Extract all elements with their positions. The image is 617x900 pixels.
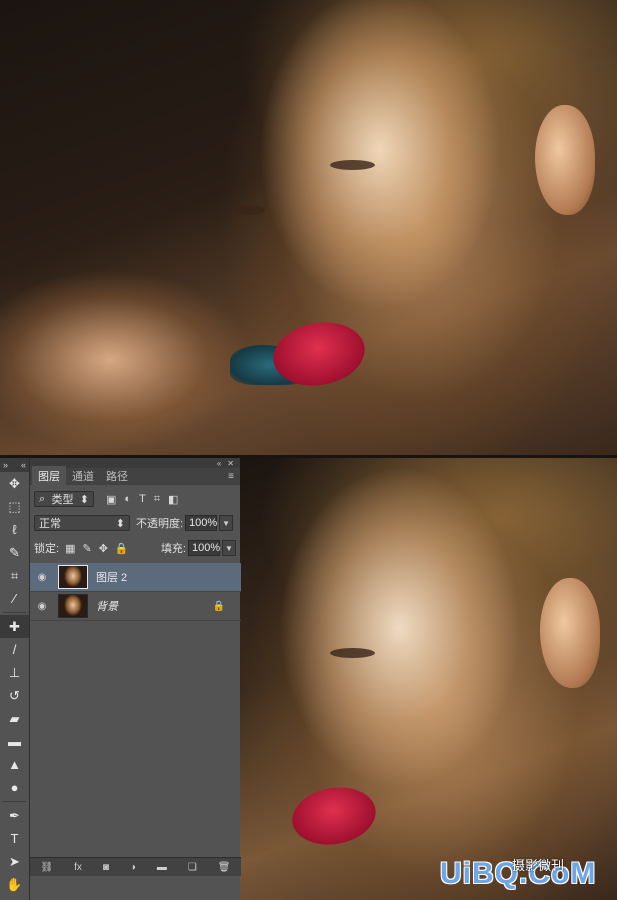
filter-kind-label: 类型 [51,494,74,506]
ear [535,105,595,215]
lock-transparency-icon[interactable]: ▦ [65,542,75,555]
clone-stamp-tool-icon[interactable]: ⊥ [0,661,29,684]
tool-separator [3,612,26,613]
opacity-label: 不透明度: [136,518,184,530]
blur-tool-icon[interactable]: ▲ [0,753,29,776]
chevron-down-icon: ⬍ [79,493,89,506]
tool-list: ✥ ⬚ ℓ ✎ ⌗ ⁄ ✚ / ⊥ ↺ ▰ ▬ ▲ ● ✒ T ➤ ✋ [0,472,29,896]
visibility-eye-icon[interactable]: ◉ [30,572,54,583]
tool-separator [3,801,26,802]
portrait-photo-top [0,0,617,455]
close-icon[interactable]: ✕ [227,459,234,468]
type-tool-icon[interactable]: T [0,827,29,850]
layer-name: 图层 2 [96,572,128,584]
tools-panel-header[interactable]: » « [0,458,29,472]
pixel-filter-icon[interactable]: ▣ [106,493,116,506]
tools-panel: » « ✥ ⬚ ℓ ✎ ⌗ ⁄ ✚ / ⊥ ↺ ▰ ▬ ▲ ● ✒ T ➤ ✋ [0,458,30,900]
expand-icon[interactable]: » [3,460,8,470]
blend-mode-label: 正常 [39,518,61,530]
layers-panel: « ✕ 图层 通道 路径 ≡ ⌕ 类型 ⬍ ▣ ◐ T ⌗ ◧ 正常 ⬍ 不透明… [29,458,241,900]
delete-layer-icon[interactable]: 🗑 [218,862,231,873]
filter-icons: ▣ ◐ T ⌗ ◧ [106,493,178,506]
opacity-dropdown-button[interactable]: ▼ [219,515,234,531]
new-layer-icon[interactable]: ❏ [188,862,197,873]
quick-select-tool-icon[interactable]: ✎ [0,541,29,564]
lasso-tool-icon[interactable]: ℓ [0,518,29,541]
shape-filter-icon[interactable]: ⌗ [154,493,160,506]
fill-label: 填充: [160,543,186,555]
collapse-icon[interactable]: « [217,459,221,468]
blend-row: 正常 ⬍ 不透明度: 100% ▼ [30,515,240,531]
collapse-icon[interactable]: « [21,460,26,470]
layer-thumbnail [58,594,88,618]
fill-input[interactable]: 100% [188,540,220,556]
lips [287,781,381,851]
layer-name: 背景 [96,601,118,613]
search-icon: ⌕ [39,492,46,505]
layer-list: ◉ 图层 2 ◉ 背景 🔒 [30,563,241,621]
layer-thumbnail [58,565,88,589]
dodge-tool-icon[interactable]: ● [0,776,29,799]
history-brush-tool-icon[interactable]: ↺ [0,684,29,707]
link-layers-icon[interactable]: ⛓ [40,862,53,873]
visibility-eye-icon[interactable]: ◉ [30,601,54,612]
lock-all-icon[interactable]: 🔒 [115,542,129,555]
lock-label: 锁定: [34,543,60,555]
layer-row-background[interactable]: ◉ 背景 🔒 [30,592,241,621]
filter-kind-select[interactable]: ⌕ 类型 ⬍ [34,491,94,507]
lock-icon: 🔒 [212,600,225,612]
opacity-input[interactable]: 100% [185,515,217,531]
filter-row: ⌕ 类型 ⬍ ▣ ◐ T ⌗ ◧ [30,491,240,507]
panel-footer: ⛓ fx ◙ ◑ ▬ ❏ 🗑 [30,857,241,876]
adjustment-layer-icon[interactable]: ◑ [130,862,136,873]
healing-brush-tool-icon[interactable]: ✚ [0,615,29,638]
canvas-photo[interactable] [240,458,617,900]
eraser-tool-icon[interactable]: ▰ [0,707,29,730]
lock-position-icon[interactable]: ✥ [99,542,108,555]
new-group-icon[interactable]: ▬ [157,862,167,873]
eyedropper-tool-icon[interactable]: ⁄ [0,587,29,610]
type-filter-icon[interactable]: T [139,493,146,506]
adjustment-filter-icon[interactable]: ◐ [124,493,131,506]
add-mask-icon[interactable]: ◙ [103,862,109,873]
marquee-tool-icon[interactable]: ⬚ [0,495,29,518]
tab-paths[interactable]: 路径 [100,466,134,485]
lock-icons: ▦ ✎ ✥ 🔒 [65,542,129,555]
fill-dropdown-button[interactable]: ▼ [222,540,236,556]
gradient-tool-icon[interactable]: ▬ [0,730,29,753]
hand-tool-icon[interactable]: ✋ [0,873,29,896]
lock-pixels-icon[interactable]: ✎ [82,542,91,555]
panel-tabs: 图层 通道 路径 ≡ [30,466,240,485]
blend-mode-select[interactable]: 正常 ⬍ [34,515,130,531]
tab-layers[interactable]: 图层 [32,466,66,485]
pen-tool-icon[interactable]: ✒ [0,804,29,827]
smart-object-filter-icon[interactable]: ◧ [168,493,178,506]
crop-tool-icon[interactable]: ⌗ [0,564,29,587]
tab-channels[interactable]: 通道 [66,466,100,485]
watermark-subtitle: 摄影微刊 [512,858,565,873]
ear [540,578,600,688]
move-tool-icon[interactable]: ✥ [0,472,29,495]
watermark: UiBQ.CoM 摄影微刊 [440,853,615,893]
chevron-down-icon: ⬍ [115,517,125,530]
layer-style-icon[interactable]: fx [74,862,82,873]
panel-menu-icon[interactable]: ≡ [228,471,234,482]
layer-row-layer2[interactable]: ◉ 图层 2 [30,563,241,592]
brush-tool-icon[interactable]: / [0,638,29,661]
lock-row: 锁定: ▦ ✎ ✥ 🔒 填充: 100% ▼ [30,540,240,556]
path-select-tool-icon[interactable]: ➤ [0,850,29,873]
